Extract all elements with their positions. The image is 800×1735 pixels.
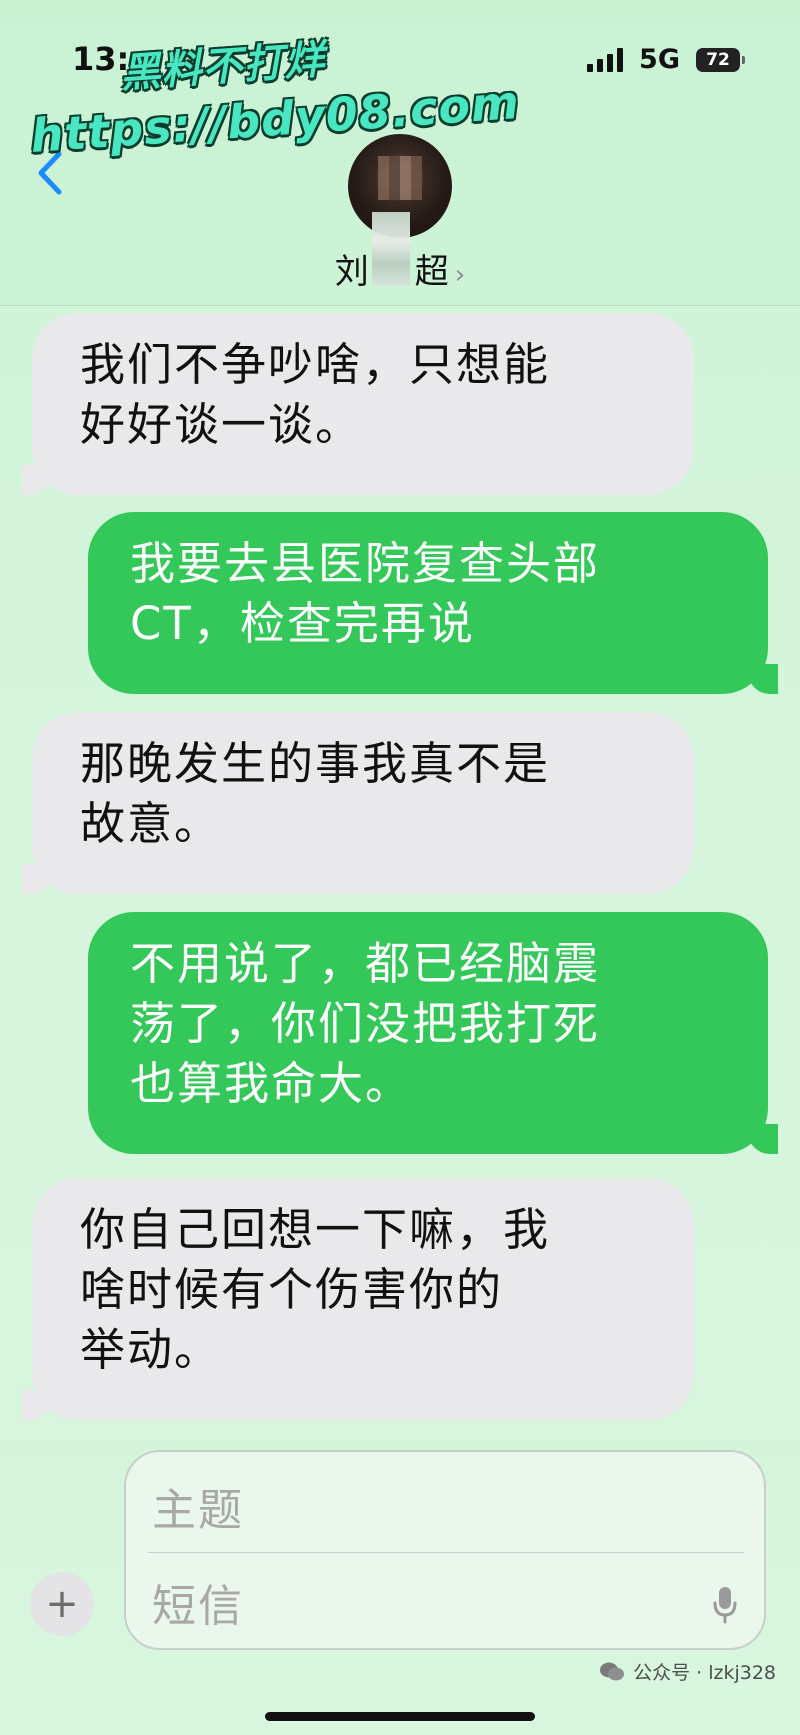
message-text: CT，检查完再说 bbox=[130, 597, 475, 650]
message-text: 也算我命大。 bbox=[130, 1057, 413, 1110]
contact-name-part2: 超 bbox=[414, 252, 449, 292]
message-bubble-incoming[interactable]: 我们不争吵啥，只想能 好好谈一谈。 bbox=[22, 313, 694, 495]
subject-input[interactable]: 主题 bbox=[152, 1474, 244, 1538]
plus-icon: + bbox=[45, 1581, 79, 1627]
watermark-line1: 黑料不打烊 bbox=[118, 36, 327, 98]
wechat-icon bbox=[600, 1662, 625, 1680]
message-text: 荡了，你们没把我打死 bbox=[130, 997, 601, 1050]
message-composer[interactable]: 主题 短信 bbox=[124, 1450, 766, 1650]
source-watermark: 公众号 · lzkj328 bbox=[599, 1658, 776, 1685]
message-bubble-outgoing[interactable]: 不用说了，都已经脑震 荡了，你们没把我打死 也算我命大。 bbox=[88, 912, 778, 1154]
microphone-icon[interactable] bbox=[712, 1586, 738, 1624]
message-text: 你自己回想一下嘛，我 bbox=[80, 1203, 551, 1256]
name-censor-mosaic bbox=[372, 212, 410, 286]
avatar-pixelation bbox=[378, 156, 422, 200]
message-text: 不用说了，都已经脑震 bbox=[130, 937, 601, 990]
source-text: 公众号 · lzkj328 bbox=[633, 1662, 776, 1684]
message-text: 举动。 bbox=[80, 1323, 222, 1376]
message-text: 故意。 bbox=[80, 797, 222, 850]
chevron-right-icon: › bbox=[454, 260, 466, 290]
message-text: 啥时候有个伤害你的 bbox=[80, 1263, 504, 1316]
status-indicators: 5G 72 bbox=[587, 44, 745, 75]
message-bubble-incoming[interactable]: 你自己回想一下嘛，我 啥时候有个伤害你的 举动。 bbox=[22, 1178, 694, 1420]
message-text: 我们不争吵啥，只想能 bbox=[80, 338, 551, 391]
battery-icon: 72 bbox=[696, 47, 745, 72]
composer-divider bbox=[148, 1552, 744, 1553]
message-text: 好好谈一谈。 bbox=[80, 398, 363, 451]
message-bubble-incoming[interactable]: 那晚发生的事我真不是 故意。 bbox=[22, 712, 694, 894]
conversation-header: 13: 5G 72 刘超 › 黑料不打烊 https://bdy08.com bbox=[0, 0, 800, 306]
message-text: 那晚发生的事我真不是 bbox=[80, 737, 551, 790]
message-bubble-outgoing[interactable]: 我要去县医院复查头部 CT，检查完再说 bbox=[88, 512, 778, 694]
add-attachment-button[interactable]: + bbox=[30, 1572, 94, 1636]
home-indicator[interactable] bbox=[265, 1712, 535, 1721]
cellular-signal-icon bbox=[587, 47, 624, 72]
message-text: 我要去县医院复查头部 bbox=[130, 537, 601, 590]
message-input[interactable]: 短信 bbox=[152, 1570, 244, 1634]
network-type: 5G bbox=[639, 44, 680, 75]
contact-name-part1: 刘 bbox=[334, 252, 369, 292]
